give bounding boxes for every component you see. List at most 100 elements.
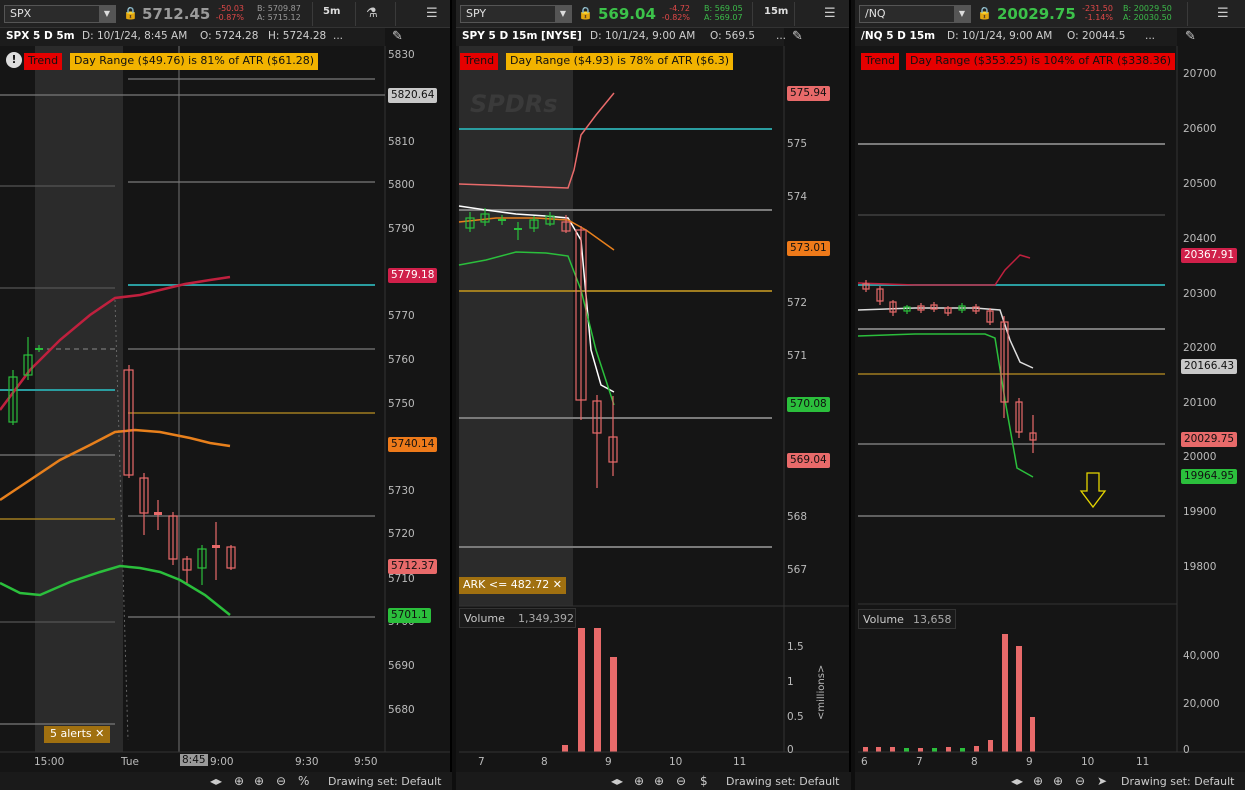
x-tick: 9	[1026, 756, 1033, 768]
drawing-set-label[interactable]: Drawing set: Default	[328, 775, 441, 788]
price-tag: 575.94	[787, 86, 830, 101]
vwap-line	[857, 307, 1034, 369]
y-tick: 20600	[1183, 123, 1217, 135]
y-tick: 5730	[388, 485, 415, 497]
zoom-in-icon[interactable]: ⊕	[1053, 774, 1063, 788]
day-range-label: Day Range ($49.76) is 81% of ATR ($61.28…	[70, 53, 319, 70]
y-tick: 5680	[388, 704, 415, 716]
volume-label: Volume	[863, 613, 904, 626]
ema-green-line	[857, 333, 1034, 478]
chart-footer: ◂▸ ⊕ ⊕ ⊖ ➤ Drawing set: Default	[855, 772, 1245, 790]
volume-tick: 1.5	[787, 641, 804, 653]
price-tag: 573.01	[787, 241, 830, 256]
y-tick: 5800	[388, 179, 415, 191]
ark-alert-badge[interactable]: ARK <= 482.72 ✕	[459, 577, 567, 594]
y-tick: 5690	[388, 660, 415, 672]
pan-arrows-icon[interactable]: ◂▸	[210, 774, 222, 788]
volume-header: Volume 1,349,392	[459, 608, 576, 628]
spx-chart-canvas[interactable]	[0, 0, 452, 790]
zoom-out-icon[interactable]: ⊖	[276, 774, 286, 788]
zoom-out-icon[interactable]: ⊖	[676, 774, 686, 788]
crosshair-icon[interactable]: ⊕	[234, 774, 244, 788]
x-tick: 15:00	[34, 756, 65, 768]
crosshair-icon[interactable]: ⊕	[634, 774, 644, 788]
y-tick: 5770	[388, 310, 415, 322]
price-tag: 570.08	[787, 397, 830, 412]
y-tick: 5720	[388, 528, 415, 540]
percent-icon[interactable]: %	[298, 774, 309, 788]
x-tick: 10	[1081, 756, 1095, 768]
x-tick: 7	[478, 756, 485, 768]
chart-panel-spx: SPX ▼ 🔒 5712.45 -50.03 -0.87% B: 5709.87 A:…	[0, 0, 452, 790]
x-tick: 9:30	[295, 756, 319, 768]
day-range-label: Day Range ($353.25) is 104% of ATR ($338…	[906, 53, 1176, 70]
y-tick: 5790	[388, 223, 415, 235]
y-tick: 5750	[388, 398, 415, 410]
trend-label: Trend	[24, 53, 63, 70]
y-tick: 20100	[1183, 397, 1217, 409]
y-tick: 19800	[1183, 561, 1217, 573]
trend-label: Trend	[861, 53, 900, 70]
dollar-icon[interactable]: $	[700, 774, 708, 788]
x-tick: 11	[733, 756, 747, 768]
premarket-shade	[35, 46, 123, 752]
volume-value: 1,349,392	[518, 612, 574, 625]
y-tick: 20200	[1183, 342, 1217, 354]
zoom-in-icon[interactable]: ⊕	[254, 774, 264, 788]
y-tick: 568	[787, 511, 808, 523]
x-tick: 11	[1136, 756, 1150, 768]
nq-chart-canvas[interactable]	[855, 0, 1245, 790]
day-range-label: Day Range ($4.93) is 78% of ATR ($6.3)	[506, 53, 734, 70]
drawing-set-label[interactable]: Drawing set: Default	[726, 775, 839, 788]
pan-arrows-icon[interactable]: ◂▸	[1011, 774, 1023, 788]
crosshair-icon[interactable]: ⊕	[1033, 774, 1043, 788]
volume-tick: 20,000	[1183, 698, 1220, 710]
drawing-set-label[interactable]: Drawing set: Default	[1121, 775, 1234, 788]
x-tick: 7	[916, 756, 923, 768]
y-tick: 5810	[388, 136, 415, 148]
alert-icon[interactable]: !	[6, 52, 22, 68]
zoom-in-icon[interactable]: ⊕	[654, 774, 664, 788]
y-tick: 5830	[388, 49, 415, 61]
pan-arrows-icon[interactable]: ◂▸	[611, 774, 623, 788]
ema-red-line	[857, 254, 1031, 286]
volume-header: Volume 13,658	[858, 609, 956, 629]
y-tick: 20400	[1183, 233, 1217, 245]
price-tag: 20166.43	[1181, 359, 1238, 374]
price-tag: 20367.91	[1181, 248, 1238, 263]
y-tick: 20300	[1183, 288, 1217, 300]
price-tag: 5701.1	[388, 608, 431, 623]
spy-chart-canvas[interactable]	[456, 0, 851, 790]
x-tick: 9:00	[210, 756, 234, 768]
price-tag: 5712.37	[388, 559, 438, 574]
y-tick: 571	[787, 350, 808, 362]
watermark-logo: SPDRs	[470, 90, 558, 118]
chart-footer: ◂▸ ⊕ ⊕ ⊖ $ Drawing set: Default	[456, 772, 851, 790]
y-tick: 574	[787, 191, 808, 203]
y-tick: 567	[787, 564, 808, 576]
zoom-out-icon[interactable]: ⊖	[1075, 774, 1085, 788]
y-tick: 5710	[388, 573, 415, 585]
price-tag: 5740.14	[388, 437, 438, 452]
x-tick: 6	[861, 756, 868, 768]
chart-panel-nq: /NQ ▼ 🔒 20029.75 -231.50 -1.14% B: 20029.5…	[855, 0, 1245, 790]
price-tag: 20029.75	[1181, 432, 1238, 447]
x-tick: 8	[541, 756, 548, 768]
price-tag: 5820.64	[388, 88, 438, 103]
cursor-icon[interactable]: ➤	[1097, 774, 1107, 788]
volume-tick: 1	[787, 676, 794, 688]
price-tag: 5779.18	[388, 268, 438, 283]
price-tag: 569.04	[787, 453, 830, 468]
y-tick: 20000	[1183, 451, 1217, 463]
volume-label: Volume	[464, 612, 505, 625]
alerts-badge[interactable]: 5 alerts ✕	[44, 726, 111, 743]
y-tick: 5760	[388, 354, 415, 366]
chart-panel-spy: SPY ▼ 🔒 569.04 -4.72 -0.82% B: 569.05 A: 56…	[456, 0, 851, 790]
volume-value: 13,658	[913, 613, 952, 626]
y-tick: 575	[787, 138, 808, 150]
chart-footer: ◂▸ ⊕ ⊕ ⊖ % Drawing set: Default	[0, 772, 452, 790]
trend-label: Trend	[460, 53, 499, 70]
arrow-down-drawing[interactable]	[1079, 472, 1107, 509]
volume-tick: 0.5	[787, 711, 804, 723]
y-tick: 19900	[1183, 506, 1217, 518]
